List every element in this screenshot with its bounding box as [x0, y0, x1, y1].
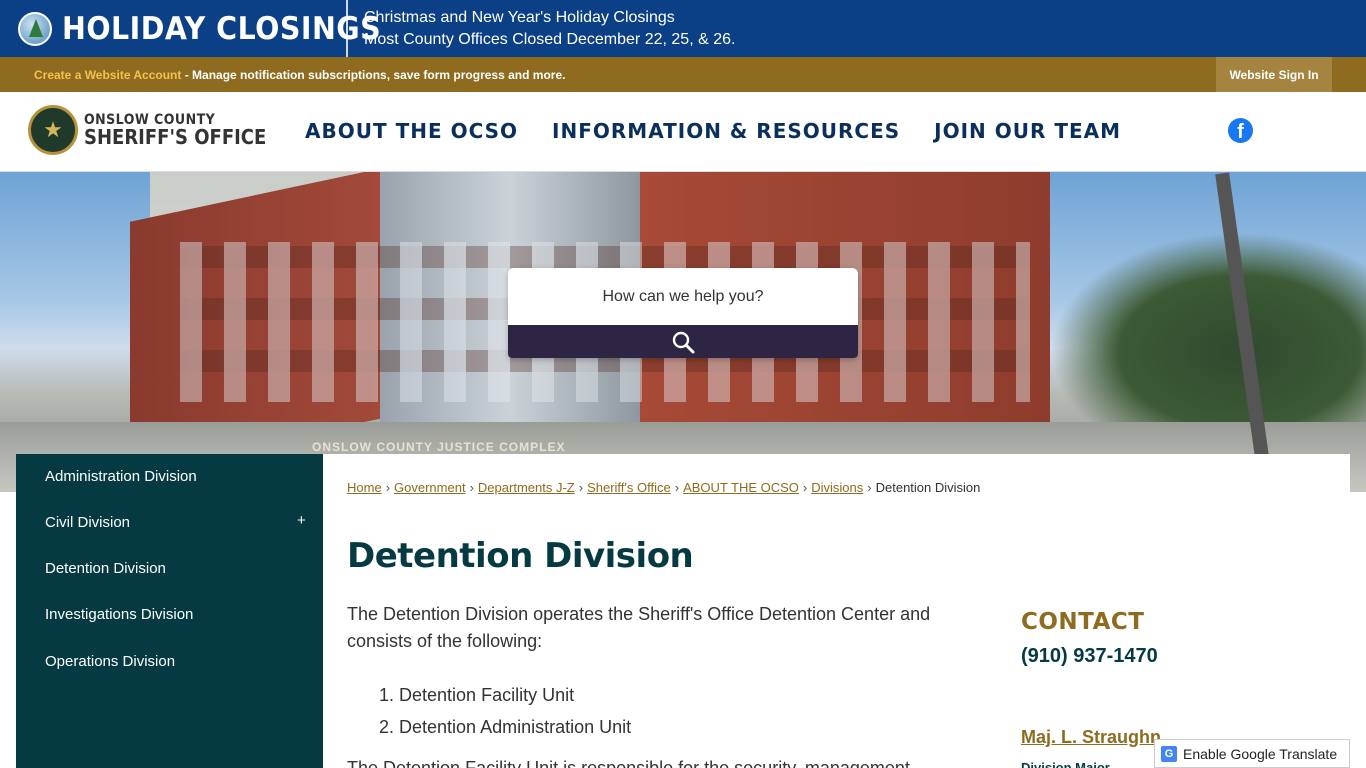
nav-item-about[interactable]: ABOUT THE OCSO: [305, 119, 518, 143]
list-item: 2. Detention Administration Unit: [379, 717, 632, 737]
search-button[interactable]: [508, 325, 858, 358]
holiday-banner[interactable]: HOLIDAY CLOSINGS Christmas and New Year'…: [0, 0, 1366, 57]
account-bar: Create a Website Account - Manage notifi…: [0, 57, 1366, 92]
nav-item-information-resources[interactable]: INFORMATION & RESOURCES: [552, 119, 900, 143]
create-account-link[interactable]: Create a Website Account: [34, 68, 181, 82]
sidebar-nav: Administration Division Civil Division +…: [16, 454, 323, 768]
breadcrumb-link-departments[interactable]: Departments J-Z: [478, 480, 575, 495]
search-input[interactable]: [508, 268, 858, 325]
intro-paragraph: The Detention Division operates the Sher…: [347, 604, 931, 651]
holiday-message-line1: Christmas and New Year's Holiday Closing…: [364, 9, 675, 26]
account-message: Create a Website Account - Manage notifi…: [34, 68, 565, 82]
page-title: Detention Division: [347, 536, 694, 576]
website-sign-in-button[interactable]: Website Sign In: [1216, 57, 1332, 92]
search-widget: [508, 268, 858, 358]
expand-plus-icon[interactable]: +: [297, 512, 306, 529]
account-message-text: - Manage notification subscriptions, sav…: [181, 68, 566, 82]
breadcrumb-link-about[interactable]: ABOUT THE OCSO: [683, 480, 799, 495]
sheriff-badge-icon: [28, 105, 78, 155]
google-icon: G: [1161, 745, 1177, 762]
translate-label: Enable Google Translate: [1183, 745, 1338, 762]
breadcrumb: Home › Government › Departments J-Z › Sheriff'…: [347, 480, 980, 495]
list-item: 1. Detention Facility Unit: [379, 685, 575, 705]
google-translate-button[interactable]: G Enable Google Translate: [1154, 739, 1350, 768]
breadcrumb-separator: ›: [674, 480, 680, 495]
contact-phone[interactable]: (910) 937-1470: [1021, 645, 1158, 668]
sidebar-item-administration[interactable]: Administration Division: [45, 468, 197, 485]
holiday-divider: [346, 0, 348, 57]
unit-label: Detention Administration Unit: [399, 717, 632, 737]
breadcrumb-link-divisions[interactable]: Divisions: [811, 480, 863, 495]
sidebar-item-operations[interactable]: Operations Division: [45, 653, 175, 670]
sidebar-item-civil[interactable]: Civil Division: [45, 514, 130, 531]
contact-role: Division Major: [1021, 760, 1110, 768]
breadcrumb-separator: ›: [802, 480, 808, 495]
sidebar-item-investigations[interactable]: Investigations Division: [45, 606, 193, 623]
ornament-tree-icon: [18, 12, 52, 46]
main-nav: ABOUT THE OCSO INFORMATION & RESOURCES J…: [305, 119, 1155, 143]
site-header: ONSLOW COUNTY SHERIFF'S OFFICE ABOUT THE…: [0, 92, 1366, 172]
holiday-message[interactable]: Christmas and New Year's Holiday Closing…: [364, 7, 735, 51]
contact-name-link[interactable]: Maj. L. Straughn: [1021, 727, 1161, 748]
holiday-title-label: HOLIDAY CLOSINGS: [62, 11, 382, 47]
breadcrumb-link-home[interactable]: Home: [347, 480, 382, 495]
nav-item-join-our-team[interactable]: JOIN OUR TEAM: [934, 119, 1121, 143]
breadcrumb-link-sheriffs-office[interactable]: Sheriff's Office: [587, 480, 671, 495]
breadcrumb-separator: ›: [578, 480, 584, 495]
unit-label: Detention Facility Unit: [399, 685, 575, 705]
breadcrumb-current: Detention Division: [875, 480, 981, 495]
search-icon: [672, 331, 695, 353]
breadcrumb-separator: ›: [385, 480, 391, 495]
contact-heading: CONTACT: [1021, 609, 1145, 635]
logo-line2: SHERIFF'S OFFICE: [84, 125, 267, 149]
facebook-icon[interactable]: f: [1228, 118, 1253, 143]
body-paragraph: The Detention Facility Unit is responsib…: [347, 758, 910, 768]
units-list: 1. Detention Facility Unit 2. Detention …: [379, 679, 631, 743]
holiday-title: HOLIDAY CLOSINGS: [18, 8, 409, 50]
breadcrumb-link-government[interactable]: Government: [394, 480, 466, 495]
holiday-message-line2: Most County Offices Closed December 22, …: [364, 31, 736, 48]
breadcrumb-separator: ›: [867, 480, 872, 495]
hero-sign-text: ONSLOW COUNTY JUSTICE COMPLEX: [312, 440, 566, 454]
site-logo[interactable]: ONSLOW COUNTY SHERIFF'S OFFICE: [28, 105, 287, 155]
sidebar-item-detention[interactable]: Detention Division: [45, 560, 166, 577]
breadcrumb-separator: ›: [469, 480, 474, 495]
